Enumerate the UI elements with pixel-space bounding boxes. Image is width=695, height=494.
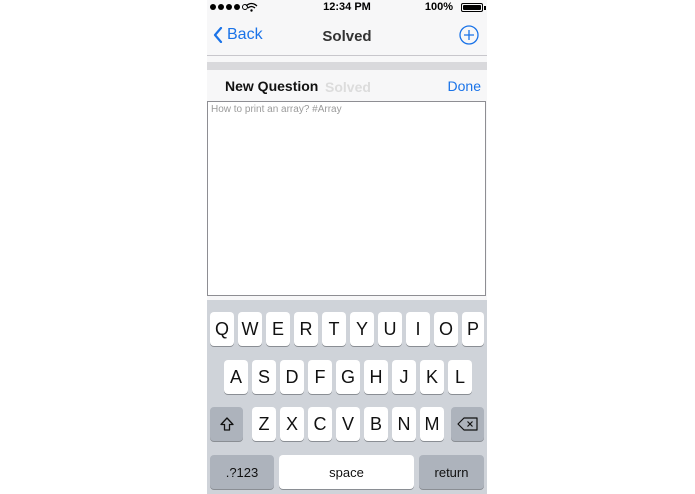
underlying-title-ghost: Solved bbox=[325, 79, 371, 95]
key-d[interactable]: D bbox=[280, 360, 304, 394]
key-l[interactable]: L bbox=[448, 360, 472, 394]
key-y[interactable]: Y bbox=[350, 312, 374, 346]
page-title: Solved bbox=[322, 28, 372, 45]
key-w[interactable]: W bbox=[238, 312, 262, 346]
status-bar: 12:34 PM 100% bbox=[207, 0, 487, 16]
sheet-title: New Question bbox=[225, 78, 319, 94]
question-placeholder: How to print an array? #Array bbox=[211, 104, 342, 115]
key-b[interactable]: B bbox=[364, 407, 388, 441]
key-k[interactable]: K bbox=[420, 360, 444, 394]
delete-key[interactable] bbox=[451, 407, 484, 441]
battery-percent: 100% bbox=[424, 1, 453, 13]
navigation-bar: Back Solved bbox=[207, 16, 487, 56]
key-v[interactable]: V bbox=[336, 407, 360, 441]
key-u[interactable]: U bbox=[378, 312, 402, 346]
shift-icon bbox=[219, 417, 234, 431]
key-c[interactable]: C bbox=[308, 407, 332, 441]
key-m[interactable]: M bbox=[420, 407, 444, 441]
numbers-key[interactable]: .?123 bbox=[210, 455, 274, 489]
key-o[interactable]: O bbox=[434, 312, 458, 346]
done-button[interactable]: Done bbox=[448, 78, 481, 94]
key-p[interactable]: P bbox=[462, 312, 484, 346]
return-key[interactable]: return bbox=[419, 455, 484, 489]
new-question-sheet: Solved New Question Done How to print an… bbox=[207, 70, 487, 300]
key-h[interactable]: H bbox=[364, 360, 388, 394]
key-f[interactable]: F bbox=[308, 360, 332, 394]
space-key[interactable]: space bbox=[279, 455, 414, 489]
key-r[interactable]: R bbox=[294, 312, 318, 346]
key-j[interactable]: J bbox=[392, 360, 416, 394]
key-z[interactable]: Z bbox=[252, 407, 276, 441]
key-g[interactable]: G bbox=[336, 360, 360, 394]
question-text-area[interactable]: How to print an array? #Array bbox=[207, 101, 486, 296]
key-a[interactable]: A bbox=[224, 360, 248, 394]
key-s[interactable]: S bbox=[252, 360, 276, 394]
shift-key[interactable] bbox=[210, 407, 243, 441]
plus-circle-icon[interactable] bbox=[459, 25, 479, 45]
battery-tip bbox=[484, 6, 486, 10]
battery-icon bbox=[461, 3, 483, 12]
key-n[interactable]: N bbox=[392, 407, 416, 441]
keyboard: Q W E R T Y U I O P A S D F G H J K L Z … bbox=[207, 300, 487, 494]
key-t[interactable]: T bbox=[322, 312, 346, 346]
key-i[interactable]: I bbox=[406, 312, 430, 346]
phone-screen: 12:34 PM 100% Back Solved Solved New Que… bbox=[207, 0, 487, 494]
key-e[interactable]: E bbox=[266, 312, 290, 346]
key-q[interactable]: Q bbox=[210, 312, 234, 346]
key-x[interactable]: X bbox=[280, 407, 304, 441]
backspace-icon bbox=[456, 417, 478, 431]
